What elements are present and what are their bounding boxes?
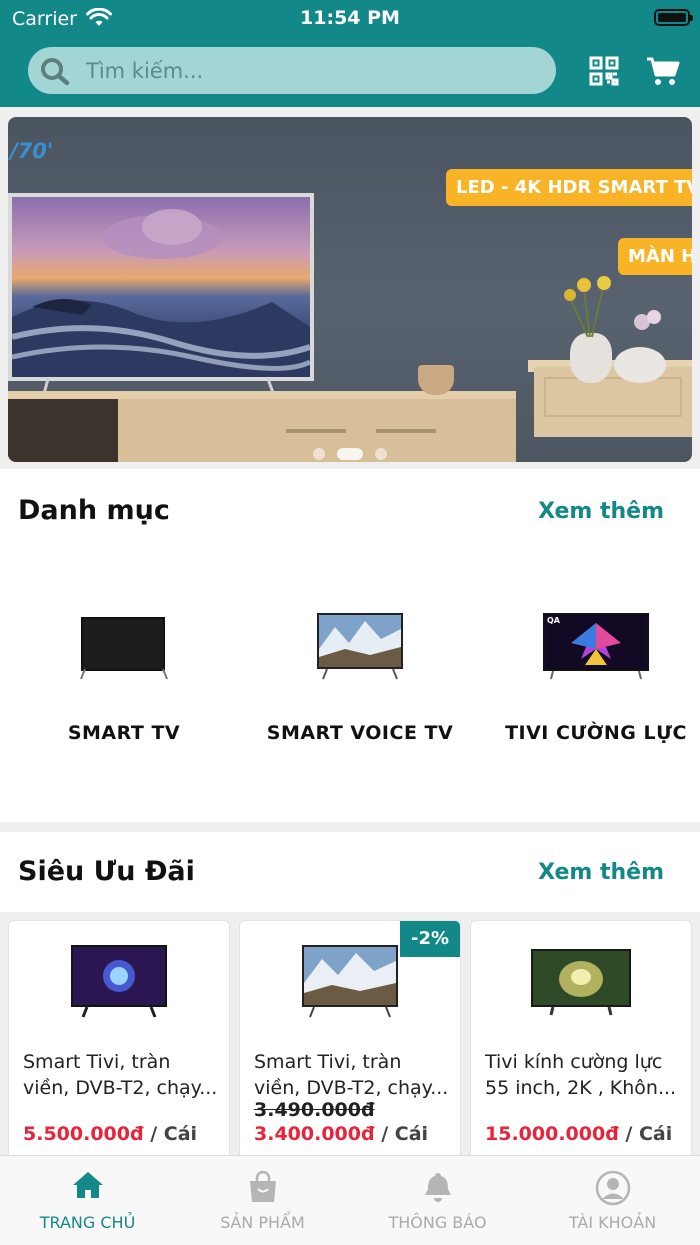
product-card[interactable]: -2% Smart Tivi, tràn viền, DVB-T2, chạy.… — [239, 920, 461, 1180]
deals-see-more-link[interactable]: Xem thêm — [538, 860, 664, 885]
app-header: Carrier 11:54 PM — [0, 0, 700, 107]
deals-section: Siêu Ưu Đãi Xem thêm Smart Tivi, tràn vi… — [0, 832, 700, 1180]
pagination-dot[interactable] — [313, 447, 325, 460]
tab-label: TÀI KHOẢN — [568, 1213, 657, 1232]
bottom-tab-bar: TRANG CHỦ SẢN PHẨM THÔNG BÁO TÀI KHOẢN — [0, 1155, 700, 1245]
deals-header: Siêu Ưu Đãi Xem thêm — [0, 832, 700, 912]
category-section: Danh mục Xem thêm SMART TV SMART VOICE T… — [0, 469, 700, 822]
price-line: 5.500.000đ / Cái — [23, 1123, 197, 1145]
product-name: Tivi kính cường lực 55 inch, 2K , Khôn..… — [485, 1051, 677, 1099]
tivi-cuong-luc-image: QA — [541, 609, 651, 680]
product-image — [529, 941, 633, 1021]
smart-voice-tv-image — [315, 609, 405, 680]
banner-model-text: /70' — [10, 139, 54, 163]
shopping-bag-icon — [246, 1170, 280, 1208]
price-unit: / Cái — [618, 1123, 673, 1145]
price-unit: / Cái — [374, 1123, 429, 1145]
search-icon — [40, 57, 72, 89]
discount-badge: -2% — [400, 921, 460, 957]
price-line: 3.400.000đ / Cái — [254, 1123, 428, 1145]
product-card[interactable]: Smart Tivi, tràn viền, DVB-T2, chạy... 5… — [8, 920, 230, 1180]
category-item-tivi-cuong-luc[interactable]: QA TIVI CƯỜNG LỰC — [478, 609, 700, 744]
product-image — [298, 941, 402, 1021]
pagination-dot[interactable] — [375, 447, 387, 460]
banner-section: /70' LED - 4K HDR SMART TV MÀN H — [0, 107, 700, 469]
product-price: 5.500.000đ — [23, 1123, 144, 1145]
category-title: Danh mục — [18, 495, 170, 526]
tab-account[interactable]: TÀI KHOẢN — [525, 1156, 700, 1245]
tab-home[interactable]: TRANG CHỦ — [0, 1156, 175, 1245]
tab-label: SẢN PHẨM — [220, 1213, 305, 1232]
product-name: Smart Tivi, tràn viền, DVB-T2, chạy... — [23, 1051, 218, 1099]
banner-tv-image — [8, 193, 314, 381]
tab-label: TRANG CHỦ — [39, 1213, 136, 1232]
category-item-smart-voice-tv[interactable]: SMART VOICE TV — [242, 609, 478, 744]
search-bar[interactable] — [28, 47, 556, 94]
banner-tag-primary: LED - 4K HDR SMART TV — [446, 169, 692, 206]
smart-tv-image — [79, 609, 169, 680]
tab-label: THÔNG BÁO — [388, 1213, 487, 1232]
qr-code-icon[interactable] — [589, 56, 619, 90]
product-image — [67, 941, 171, 1021]
product-name: Smart Tivi, tràn viền, DVB-T2, chạy... — [254, 1051, 449, 1099]
product-price: 3.400.000đ — [254, 1123, 375, 1145]
product-old-price: 3.490.000đ — [254, 1099, 375, 1121]
side-table-image — [534, 367, 692, 437]
pagination-dot-active[interactable] — [337, 447, 363, 460]
search-input[interactable] — [84, 55, 528, 87]
category-label: SMART TV — [67, 722, 181, 744]
bell-icon — [421, 1170, 455, 1208]
svg-text:QA: QA — [547, 616, 561, 625]
tab-notifications[interactable]: THÔNG BÁO — [350, 1156, 525, 1245]
deals-title: Siêu Ưu Đãi — [18, 856, 195, 887]
status-time: 11:54 PM — [300, 7, 400, 29]
battery-icon — [654, 9, 693, 26]
tab-products[interactable]: SẢN PHẨM — [175, 1156, 350, 1245]
banner-pagination — [8, 443, 692, 462]
category-see-more-link[interactable]: Xem thêm — [538, 499, 664, 524]
cart-icon[interactable] — [646, 56, 680, 90]
price-unit: / Cái — [143, 1123, 198, 1145]
category-item-smart-tv[interactable]: SMART TV — [6, 609, 242, 744]
category-label: SMART VOICE TV — [266, 722, 454, 744]
user-icon — [595, 1170, 631, 1210]
product-price: 15.000.000đ — [485, 1123, 619, 1145]
category-label: TIVI CƯỜNG LỰC — [505, 722, 687, 744]
price-line: 15.000.000đ / Cái — [485, 1123, 672, 1145]
promo-banner[interactable]: /70' LED - 4K HDR SMART TV MÀN H — [8, 117, 692, 462]
status-bar: Carrier 11:54 PM — [0, 0, 700, 38]
product-card[interactable]: Tivi kính cường lực 55 inch, 2K , Khôn..… — [470, 920, 692, 1180]
home-icon — [71, 1170, 105, 1204]
